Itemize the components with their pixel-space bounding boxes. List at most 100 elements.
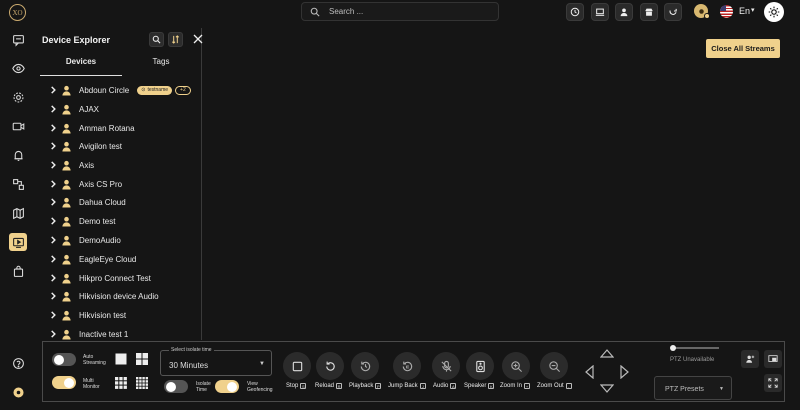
nav-eye-icon[interactable] <box>9 59 27 77</box>
ptz-status: PTZ Unavailable <box>670 357 715 363</box>
chevron-right-icon[interactable] <box>49 141 58 151</box>
device-row[interactable]: DemoAudio <box>49 232 199 248</box>
language-selector[interactable]: En <box>739 6 750 16</box>
nav-integrations-icon[interactable] <box>9 175 27 193</box>
jump-back-button[interactable] <box>393 352 421 380</box>
speaker-button[interactable] <box>466 352 494 380</box>
chevron-right-icon[interactable] <box>49 310 58 320</box>
shortcut-key: A <box>450 383 457 389</box>
device-row[interactable]: EagleEye Cloud <box>49 251 199 267</box>
user-icon <box>62 85 71 96</box>
chevron-right-icon[interactable] <box>49 197 58 207</box>
chevron-right-icon[interactable] <box>49 235 58 245</box>
nav-camera-icon[interactable] <box>9 117 27 135</box>
device-row[interactable]: Hikpro Connect Test <box>49 270 199 286</box>
search-icon <box>310 7 320 17</box>
user-icon <box>62 310 71 321</box>
isolate-time-label: Isolate Time <box>196 381 211 393</box>
nav-playback-icon[interactable] <box>9 233 27 251</box>
chevron-right-icon[interactable] <box>49 254 58 264</box>
fullscreen-button[interactable] <box>764 374 782 392</box>
stop-icon <box>292 361 302 371</box>
layout-4x4-icon[interactable] <box>136 377 148 389</box>
isolate-time-toggle[interactable] <box>164 380 188 393</box>
devices-button[interactable] <box>591 3 609 21</box>
multi-monitor-toggle[interactable] <box>52 376 76 389</box>
add-user-button[interactable] <box>741 350 759 368</box>
ptz-left-icon[interactable] <box>584 365 594 379</box>
device-row[interactable]: Abdoun Circle ⊙ testname +2 <box>49 82 199 98</box>
chevron-right-icon[interactable] <box>49 160 58 170</box>
layout-2x2-icon[interactable] <box>136 353 148 365</box>
device-row[interactable]: Dahua Cloud <box>49 194 199 210</box>
layout-1x1-icon[interactable] <box>115 353 127 365</box>
chevron-right-icon[interactable] <box>49 273 58 283</box>
stop-button[interactable] <box>283 352 311 380</box>
view-geofencing-label: View Geofencing <box>247 381 273 393</box>
ptz-down-icon[interactable] <box>600 384 614 394</box>
tab-tags[interactable]: Tags <box>122 57 200 76</box>
layout-3x3-icon[interactable] <box>115 377 127 389</box>
history-button[interactable] <box>566 3 584 21</box>
panel-sort-button[interactable] <box>168 32 183 47</box>
reload-label: Reload R <box>315 383 343 389</box>
tab-devices[interactable]: Devices <box>40 57 122 76</box>
users-button[interactable] <box>615 3 633 21</box>
ptz-presets-select[interactable]: PTZ Presets ▼ <box>654 376 732 400</box>
control-label: Zoom In <box>500 383 523 389</box>
tag-chip[interactable]: ⊙ testname <box>137 85 173 95</box>
device-row[interactable]: Amman Rotana <box>49 120 199 136</box>
nav-help-icon[interactable] <box>9 354 27 372</box>
chevron-down-icon[interactable]: ▾ <box>751 6 755 14</box>
auto-streaming-toggle[interactable] <box>52 353 76 366</box>
chevron-right-icon[interactable] <box>49 123 58 133</box>
store-button[interactable] <box>640 3 658 21</box>
user-icon <box>62 216 71 227</box>
nav-chat-icon[interactable] <box>9 31 27 49</box>
device-row[interactable]: Hikvision test <box>49 307 199 323</box>
toggle-knob <box>54 354 64 365</box>
app-logo[interactable]: XO <box>9 4 26 21</box>
chevron-right-icon[interactable] <box>49 179 58 189</box>
zoom-in-button[interactable] <box>502 352 530 380</box>
device-row[interactable]: Hikvision device Audio <box>49 288 199 304</box>
ptz-up-icon[interactable] <box>600 348 614 358</box>
more-tags-badge[interactable]: +2 <box>175 85 191 95</box>
audio-button[interactable] <box>432 352 460 380</box>
stream-control-bar: Auto Streaming Multi Monitor Select isol… <box>42 341 785 402</box>
theme-toggle-button[interactable] <box>764 2 784 22</box>
zoom-out-button[interactable] <box>540 352 568 380</box>
ptz-right-icon[interactable] <box>620 365 630 379</box>
chevron-right-icon[interactable] <box>49 329 58 339</box>
device-row[interactable]: AJAX <box>49 101 199 117</box>
ptz-speed-slider[interactable] <box>671 347 719 349</box>
isolate-time-select[interactable]: Select isolate time 30 Minutes ▼ <box>160 347 272 376</box>
playback-button[interactable] <box>351 352 379 380</box>
nav-map-icon[interactable] <box>9 204 27 222</box>
device-row[interactable]: Avigilon test <box>49 138 199 154</box>
chevron-right-icon[interactable] <box>49 104 58 114</box>
global-search[interactable] <box>301 2 499 21</box>
panel-search-button[interactable] <box>149 32 164 47</box>
nav-preferences-icon[interactable] <box>9 383 27 401</box>
device-row[interactable]: Inactive test 1 <box>49 326 199 340</box>
device-row[interactable]: Axis <box>49 157 199 173</box>
device-row[interactable]: Demo test <box>49 213 199 229</box>
chevron-right-icon[interactable] <box>49 85 58 95</box>
nav-bag-icon[interactable] <box>9 262 27 280</box>
close-all-streams-button[interactable]: Close All Streams <box>706 39 780 58</box>
close-icon[interactable] <box>192 33 204 45</box>
chevron-right-icon[interactable] <box>49 216 58 226</box>
slider-handle[interactable] <box>670 345 676 351</box>
device-row[interactable]: Axis CS Pro <box>49 176 199 192</box>
nav-alerts-icon[interactable] <box>9 146 27 164</box>
screen-mode-button[interactable] <box>764 350 782 368</box>
chevron-right-icon[interactable] <box>49 291 58 301</box>
us-flag-icon[interactable] <box>720 5 733 18</box>
view-geofencing-toggle[interactable] <box>215 380 239 393</box>
zoom-out-label: Zoom Out - <box>537 383 572 389</box>
nav-settings-icon[interactable] <box>9 88 27 106</box>
reload-button[interactable] <box>316 352 344 380</box>
search-input[interactable] <box>329 7 479 16</box>
refresh-button[interactable] <box>664 3 682 21</box>
